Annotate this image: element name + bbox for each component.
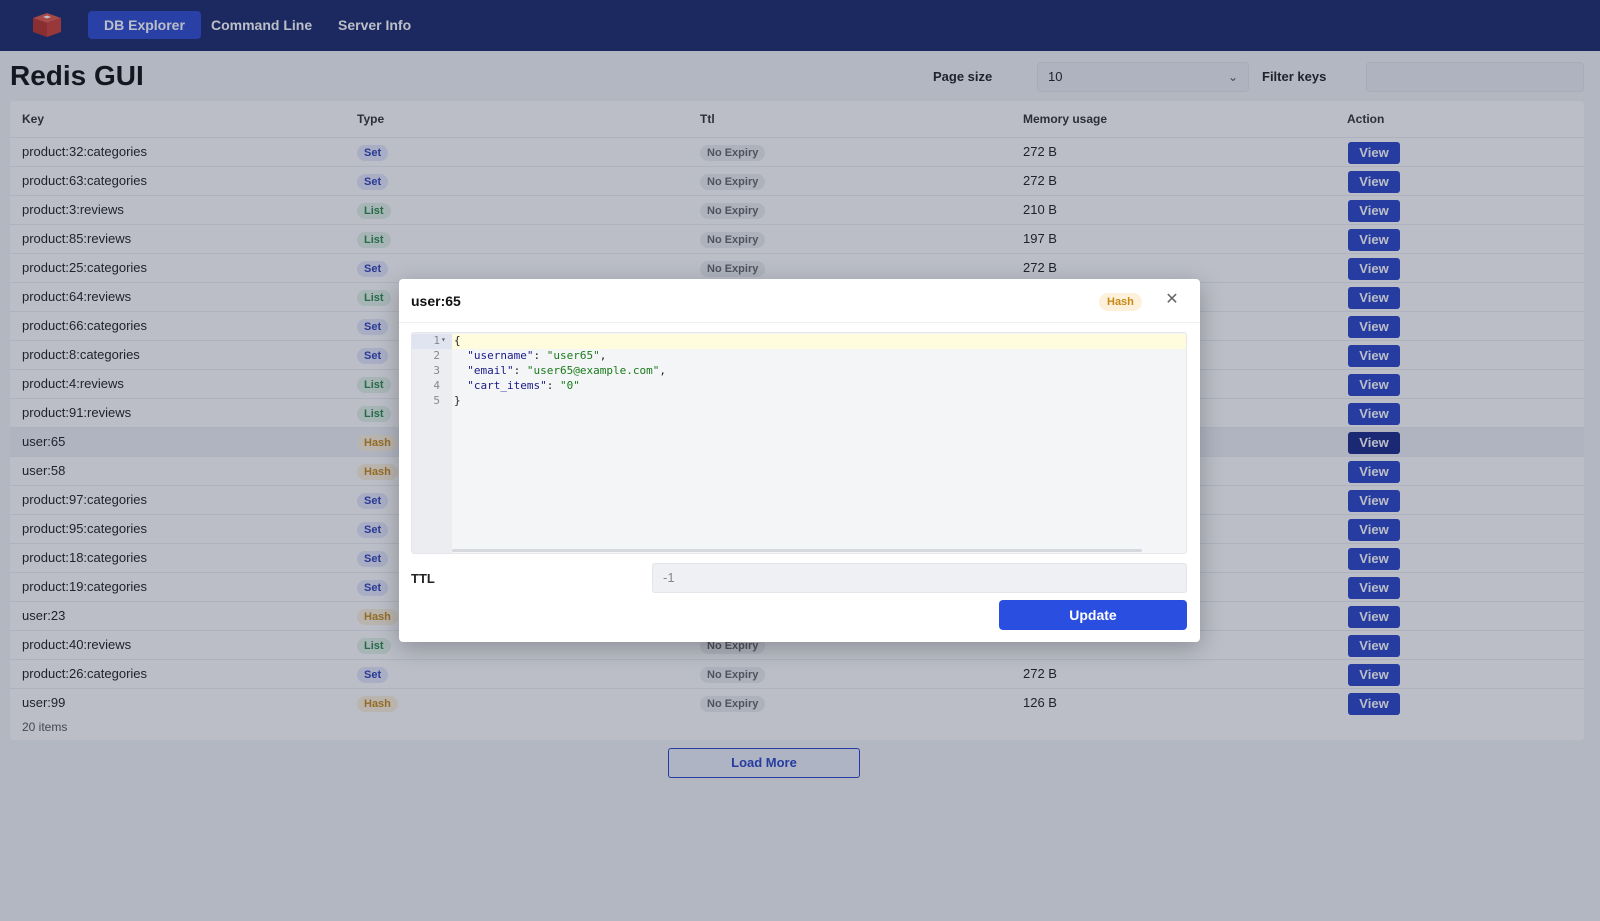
line-number: 5: [433, 394, 440, 407]
json-editor[interactable]: 1 {2 "username": "user65", 3 "email": "use…: [411, 332, 1187, 554]
type-badge: Hash: [1099, 293, 1142, 311]
close-icon[interactable]: ✕: [1162, 290, 1182, 310]
code-line: "cart_items": "0": [467, 379, 580, 392]
key-detail-modal: user:65 Hash ✕ 1 {2 "username": "user65",…: [399, 279, 1200, 642]
code-value: "user65": [546, 349, 600, 362]
ttl-label: TTL: [411, 571, 435, 586]
line-number: 3: [433, 364, 440, 377]
code-key: "email": [467, 364, 514, 377]
editor-scrollbar[interactable]: [452, 549, 1142, 552]
line-number: 1: [433, 334, 440, 347]
code-key: "cart_items": [467, 379, 547, 392]
code-trail: ,: [599, 349, 607, 362]
code-value: "0": [559, 379, 580, 392]
update-button[interactable]: Update: [999, 600, 1187, 630]
code-line: {: [454, 334, 461, 347]
code-line: }: [454, 394, 461, 407]
code-brace: }: [454, 394, 461, 407]
code-key: "username": [467, 349, 534, 362]
code-value: "user65@example.com": [526, 364, 660, 377]
code-trail: ,: [659, 364, 666, 377]
code-line: "username": "user65",: [467, 349, 607, 362]
code-line: "email": "user65@example.com",: [467, 364, 666, 377]
modal-title: user:65: [411, 293, 461, 309]
modal-header: user:65 Hash ✕: [399, 279, 1200, 323]
active-line-highlight: [412, 334, 1186, 349]
line-number: 4: [433, 379, 440, 392]
ttl-input[interactable]: -1: [652, 563, 1187, 593]
line-number: 2: [433, 349, 440, 362]
fold-arrow-icon[interactable]: ▾: [441, 335, 446, 344]
code-brace: {: [454, 334, 461, 347]
